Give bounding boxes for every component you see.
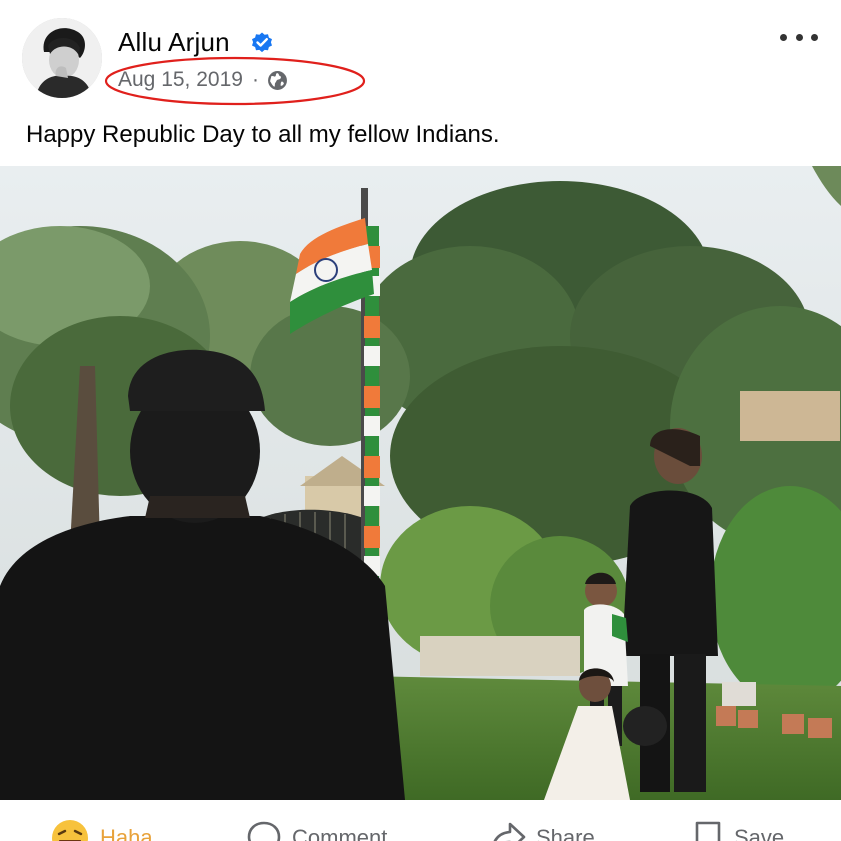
save-button[interactable]: Save: [692, 818, 784, 841]
share-icon: [493, 822, 526, 841]
verified-badge-icon: [252, 32, 272, 53]
share-button[interactable]: Share: [490, 818, 595, 841]
save-label: Save: [734, 825, 785, 841]
comment-icon: [247, 821, 281, 841]
annotation-circle: [104, 56, 366, 106]
comment-label: Comment: [292, 825, 388, 841]
post-photo[interactable]: [0, 166, 841, 800]
post-header: Allu Arjun Aug 15, 2019 ·: [0, 0, 841, 115]
post-actions-bar: Haha Comment Share Save: [0, 800, 841, 841]
haha-reaction-icon: [52, 820, 88, 841]
save-icon: [695, 821, 721, 841]
haha-button[interactable]: Haha: [50, 818, 153, 841]
avatar[interactable]: [22, 18, 102, 98]
share-label: Share: [536, 825, 595, 841]
author-name[interactable]: Allu Arjun: [118, 27, 230, 58]
avatar-image: [22, 18, 102, 98]
post-caption: Happy Republic Day to all my fellow Indi…: [26, 121, 500, 148]
comment-button[interactable]: Comment: [246, 818, 387, 841]
haha-label: Haha: [100, 825, 153, 841]
photo-scene: [0, 166, 841, 800]
more-options-icon[interactable]: [780, 27, 818, 47]
